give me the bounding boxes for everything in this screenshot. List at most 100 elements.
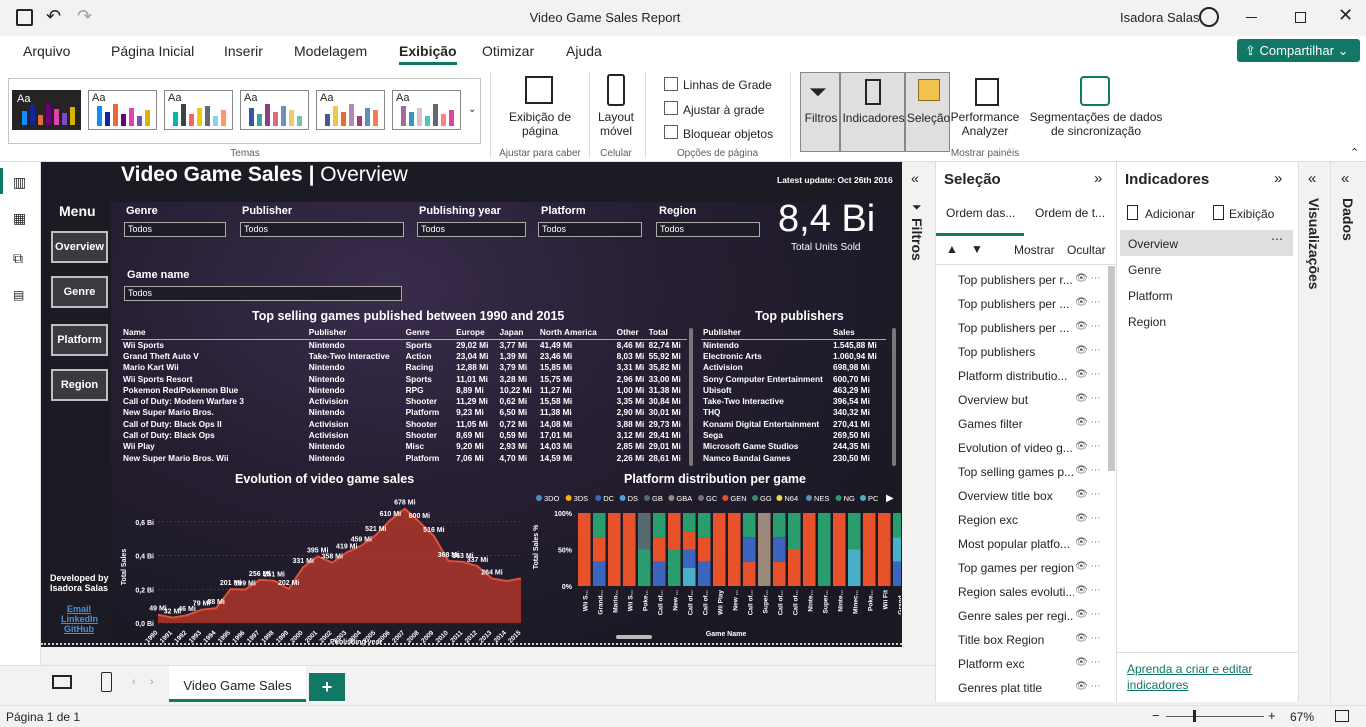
publishers-header-cell[interactable]: Sales xyxy=(831,326,886,339)
visibility-icon[interactable]: 👁 ⋯ xyxy=(1075,345,1100,356)
games-row[interactable]: Mario Kart Wii Nintendo Racing 12,88 Mi 3,79… xyxy=(121,362,687,373)
theme-2[interactable]: Aa xyxy=(88,90,157,130)
overview-button[interactable]: Overview xyxy=(51,231,108,263)
selection-item[interactable]: Region sales evoluti... 👁 ⋯ xyxy=(936,582,1108,604)
menu-modelagem[interactable]: Modelagem xyxy=(294,43,367,59)
visibility-icon[interactable]: 👁 ⋯ xyxy=(1075,441,1100,452)
games-row[interactable]: Call of Duty: Black Ops Activision Shooter… xyxy=(121,429,687,440)
sales-area-chart[interactable]: 0,0 Bi0,2 Bi0,4 Bi0,6 Bi49 Mi32 Mi46 Mi7… xyxy=(116,487,531,647)
show-all-button[interactable]: Mostrar xyxy=(1014,243,1055,257)
mobile-layout-button[interactable]: Layout móvel xyxy=(594,110,638,138)
page-view-button[interactable]: Exibição de página xyxy=(500,110,580,138)
top-publishers-table[interactable]: Publisher Sales Nintendo 1.545,88 Mi Electro… xyxy=(701,326,893,468)
selection-item[interactable]: Most popular platfo... 👁 ⋯ xyxy=(936,534,1108,556)
games-header-cell[interactable]: Genre xyxy=(404,326,454,339)
bookmark-genre[interactable]: Genre xyxy=(1128,263,1161,277)
zoom-thumb[interactable] xyxy=(1193,710,1196,722)
zoom-slider[interactable] xyxy=(1166,716,1264,717)
games-header-cell[interactable]: North America xyxy=(538,326,615,339)
collapse-ribbon-icon[interactable]: ⌃ xyxy=(1350,146,1359,159)
visibility-icon[interactable]: 👁 ⋯ xyxy=(1075,489,1100,500)
selection-item[interactable]: Overview title box 👁 ⋯ xyxy=(936,486,1108,508)
expand-data-icon[interactable]: « xyxy=(1341,170,1349,187)
games-row[interactable]: Pokemon Red/Pokemon Blue Nintendo RPG 8,89 … xyxy=(121,384,687,395)
top-games-table[interactable]: Name Publisher Genre Europe Japan North Ameri… xyxy=(121,326,687,468)
collapse-bookmarks-icon[interactable]: » xyxy=(1274,170,1282,187)
dax-query-icon[interactable]: ▤ xyxy=(13,288,24,302)
linkedin-link[interactable]: LinkedIn xyxy=(61,614,98,624)
filters-pane-button[interactable]: ⏷ Filtros xyxy=(800,72,840,152)
games-row[interactable]: New Super Mario Bros. Wii Nintendo Platfor… xyxy=(121,452,687,463)
selection-item[interactable]: Top selling games p... 👁 ⋯ xyxy=(936,462,1108,484)
menu-inserir[interactable]: Inserir xyxy=(224,43,263,59)
games-row[interactable]: Wii Sports Resort Nintendo Sports 11,01 Mi 3… xyxy=(121,373,687,384)
visibility-icon[interactable]: 👁 ⋯ xyxy=(1075,321,1100,332)
publisher-row[interactable]: Nintendo 1.545,88 Mi xyxy=(701,339,886,350)
move-down-icon[interactable]: ▼ xyxy=(971,242,983,256)
games-row[interactable]: Call of Duty: Black Ops II Activision Shoo… xyxy=(121,418,687,429)
collapse-selection-icon[interactable]: » xyxy=(1094,170,1102,187)
email-link[interactable]: Email xyxy=(67,604,91,614)
fit-to-page-icon[interactable] xyxy=(1335,710,1349,722)
model-view-icon[interactable]: ⧉ xyxy=(13,250,23,267)
slicer-region-dropdown[interactable]: Todos xyxy=(656,222,760,237)
prev-page-icon[interactable]: ‹ xyxy=(132,676,136,688)
slicer-publisher-dropdown[interactable]: Todos xyxy=(240,222,404,237)
games-header-cell[interactable]: Europe xyxy=(454,326,497,339)
slicer-year-dropdown[interactable]: Todos xyxy=(417,222,526,237)
sync-slicers-button[interactable]: Segmentações de dados de sincronização xyxy=(1022,110,1170,138)
menu-exibicao[interactable]: Exibição xyxy=(399,43,457,65)
visibility-icon[interactable]: 👁 ⋯ xyxy=(1075,609,1100,620)
publishers-scrollbar[interactable] xyxy=(892,328,896,466)
games-row[interactable]: Wii Play Nintendo Misc 9,20 Mi 2,93 Mi 14,03 … xyxy=(121,441,687,452)
close-icon[interactable]: ✕ xyxy=(1338,5,1353,26)
games-row[interactable]: New Super Mario Bros. Nintendo Platform 9,2… xyxy=(121,407,687,418)
visibility-icon[interactable]: 👁 ⋯ xyxy=(1075,681,1100,692)
theme-1[interactable]: Aa xyxy=(12,90,81,130)
bookmark-overview[interactable]: Overview xyxy=(1128,237,1178,251)
table-view-icon[interactable]: ▦ xyxy=(13,210,26,227)
github-link[interactable]: GitHub xyxy=(64,624,94,634)
selection-item[interactable]: Genre sales per regi... 👁 ⋯ xyxy=(936,606,1108,628)
publisher-row[interactable]: Ubisoft 463,29 Mi xyxy=(701,384,886,395)
selection-item[interactable]: Games filter 👁 ⋯ xyxy=(936,414,1108,436)
expand-viz-icon[interactable]: « xyxy=(1308,170,1316,187)
genre-button[interactable]: Genre xyxy=(51,276,108,308)
view-bookmarks-button[interactable]: Exibição xyxy=(1229,207,1274,221)
bookmarks-pane-button[interactable]: Indicadores xyxy=(840,72,905,152)
games-header-cell[interactable]: Name xyxy=(121,326,307,339)
selection-item[interactable]: Evolution of video g... 👁 ⋯ xyxy=(936,438,1108,460)
visualizations-pane[interactable]: « Visualizações xyxy=(1298,162,1330,702)
gallery-expand-icon[interactable]: ⌄ xyxy=(468,104,476,115)
visibility-icon[interactable]: 👁 ⋯ xyxy=(1075,585,1100,596)
selection-item[interactable]: Region exc 👁 ⋯ xyxy=(936,510,1108,532)
slicer-platform-dropdown[interactable]: Todos xyxy=(538,222,642,237)
mobile-view-icon[interactable] xyxy=(101,672,112,692)
selection-item[interactable]: Platform distributio... 👁 ⋯ xyxy=(936,366,1108,388)
selection-item[interactable]: Title box Region 👁 ⋯ xyxy=(936,630,1108,652)
games-header-cell[interactable]: Other xyxy=(615,326,647,339)
add-page-button[interactable]: + xyxy=(309,673,345,701)
platform-bar-chart[interactable]: 3DO 3DS DC DS GB GBA GC GEN GG N64 NES NG PC ▶ 0% 50% 10… xyxy=(531,487,901,647)
page-tab-video-game-sales[interactable]: Video Game Sales xyxy=(169,666,306,702)
visibility-icon[interactable]: 👁 ⋯ xyxy=(1075,513,1100,524)
games-scrollbar[interactable] xyxy=(689,328,693,466)
theme-3[interactable]: Aa xyxy=(164,90,233,130)
zoom-in-icon[interactable]: + xyxy=(1268,708,1276,723)
publisher-row[interactable]: Sony Computer Entertainment 600,70 Mi xyxy=(701,373,886,384)
tab-tab-order[interactable]: Ordem de t... xyxy=(1035,206,1105,220)
publisher-row[interactable]: Microsoft Game Studios 244,35 Mi xyxy=(701,441,886,452)
region-button[interactable]: Region xyxy=(51,369,108,401)
tab-layer-order[interactable]: Ordem das... xyxy=(946,206,1015,220)
publisher-row[interactable]: Electronic Arts 1.060,94 Mi xyxy=(701,350,886,361)
menu-arquivo[interactable]: Arquivo xyxy=(23,43,70,59)
zoom-out-icon[interactable]: − xyxy=(1152,708,1160,723)
visibility-icon[interactable]: 👁 ⋯ xyxy=(1075,561,1100,572)
visibility-icon[interactable]: 👁 ⋯ xyxy=(1075,393,1100,404)
filters-pane[interactable]: « ⏷ Filtros xyxy=(902,162,935,702)
user-avatar[interactable] xyxy=(1199,7,1219,27)
expand-filters-icon[interactable]: « xyxy=(911,170,919,186)
learn-bookmarks-link[interactable]: Aprenda a criar e editar indicadores xyxy=(1127,661,1267,693)
minimize-icon[interactable] xyxy=(1246,17,1257,18)
selection-item[interactable]: Top publishers per r... 👁 ⋯ xyxy=(936,270,1108,292)
